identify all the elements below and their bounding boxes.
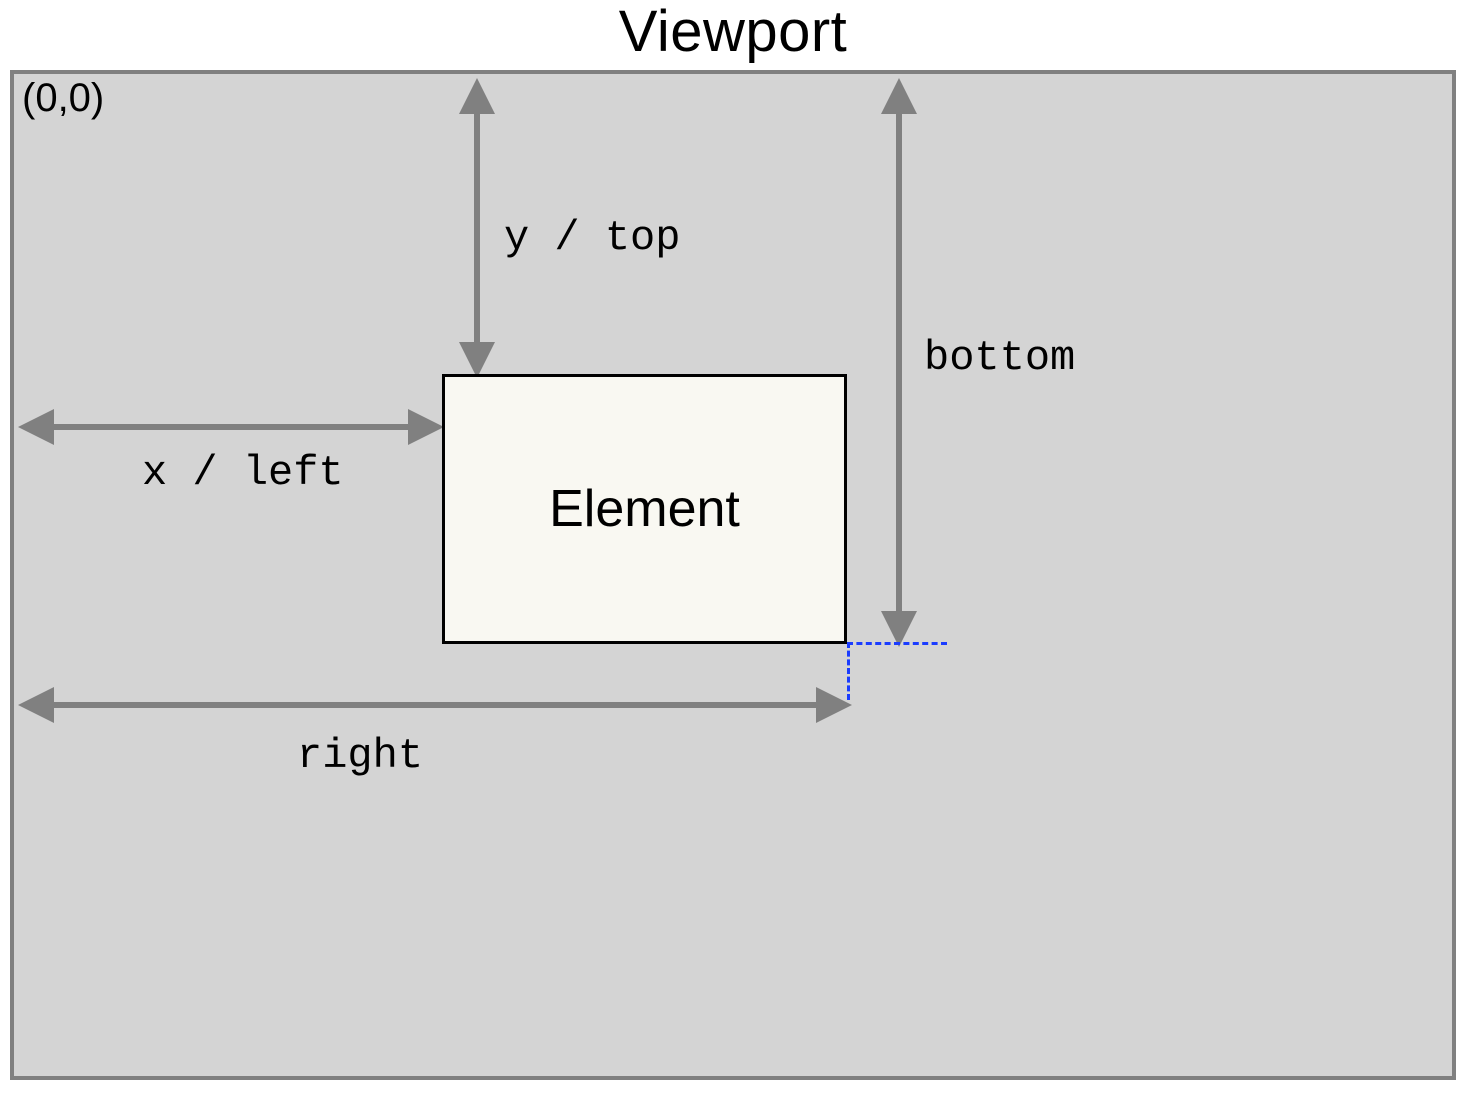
element-box: Element [442,374,847,644]
corner-guide-horizontal [847,642,947,645]
origin-label: (0,0) [22,76,104,121]
label-right: right [297,732,423,780]
viewport-title: Viewport [0,0,1466,65]
label-y-top: y / top [504,214,680,262]
viewport-box: (0,0) y / top x / left bottom right [10,70,1456,1080]
label-bottom: bottom [924,334,1075,382]
label-x-left: x / left [142,449,344,497]
element-label: Element [549,479,740,539]
corner-guide-vertical [847,642,850,700]
diagram-stage: Viewport (0,0) y / top x / left bottom [0,0,1466,1099]
